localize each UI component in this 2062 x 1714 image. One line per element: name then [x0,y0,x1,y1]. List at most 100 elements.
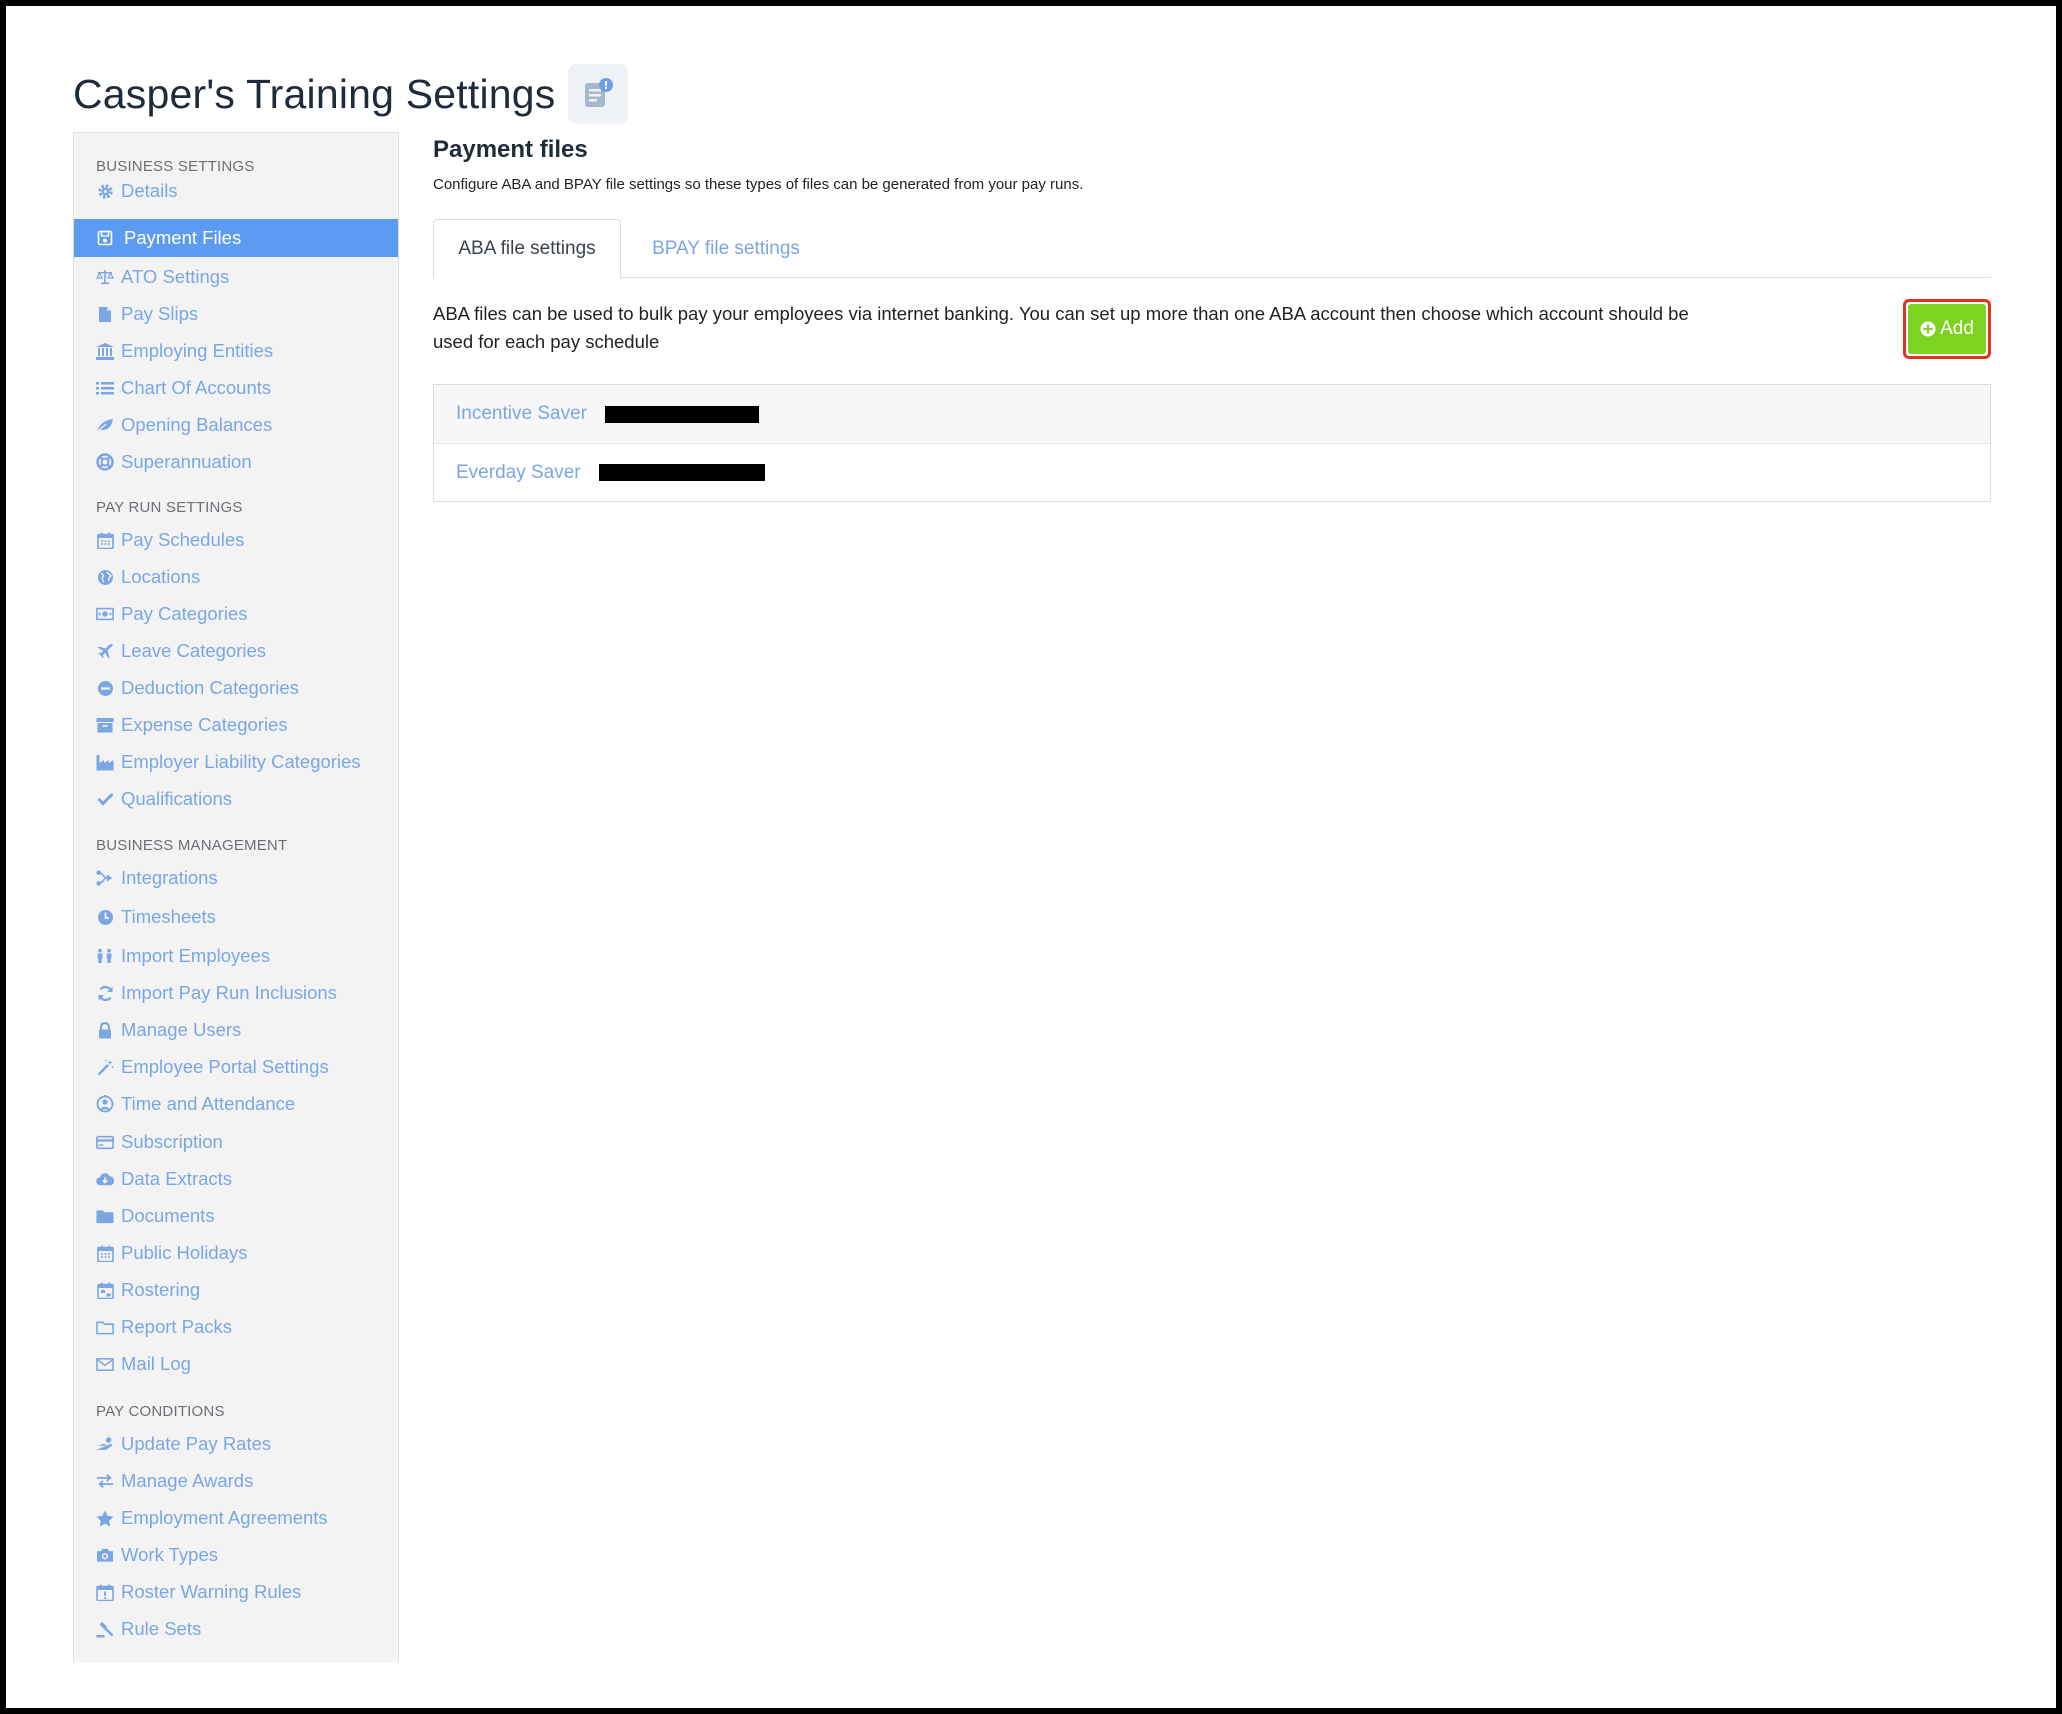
main-content: Payment files Configure ABA and BPAY fil… [433,136,1991,502]
sidebar-item-pay-slips[interactable]: Pay Slips [74,296,398,332]
list-item[interactable]: Incentive Saver [434,385,1990,443]
envelope-icon [96,1355,114,1373]
sidebar-item-employer-liability-categories[interactable]: Employer Liability Categories [74,744,398,780]
sidebar-item-work-types[interactable]: Work Types [74,1537,398,1573]
leaf-icon [96,416,114,434]
sidebar-item-pay-categories[interactable]: Pay Categories [74,596,398,632]
sidebar-item-manage-users[interactable]: Manage Users [74,1012,398,1048]
bank-icon [96,342,114,360]
sidebar-item-subscription[interactable]: Subscription [74,1124,398,1160]
sidebar-item-deduction-categories[interactable]: Deduction Categories [74,670,398,706]
calendar-warning-icon [96,1583,114,1601]
add-button[interactable]: Add [1908,304,1986,354]
sidebar-item-label: Mail Log [121,1353,191,1374]
wand-icon [96,1058,114,1076]
sidebar-item-label: Subscription [121,1131,223,1152]
sidebar-item-rostering[interactable]: Rostering [74,1272,398,1308]
people-icon [96,947,114,965]
sidebar-item-rule-sets[interactable]: Rule Sets [74,1611,398,1647]
sidebar-item-opening-balances[interactable]: Opening Balances [74,407,398,443]
list-item[interactable]: Everday Saver [434,443,1990,501]
sidebar-item-manage-awards[interactable]: Manage Awards [74,1463,398,1499]
plus-circle-icon [1920,321,1936,337]
folder-icon [96,1207,114,1225]
sidebar-item-label: Pay Slips [121,303,199,324]
sidebar-item-leave-categories[interactable]: Leave Categories [74,633,398,669]
sidebar-item-employee-portal-settings[interactable]: Employee Portal Settings [74,1049,398,1085]
sidebar-item-roster-warning-rules[interactable]: Roster Warning Rules [74,1574,398,1610]
sidebar-item-report-packs[interactable]: Report Packs [74,1309,398,1345]
sidebar-item-label: Rule Sets [121,1618,202,1639]
app-window: Casper's Training Settings BUSINESS SETT… [6,6,2056,1708]
sidebar-item-pay-schedules[interactable]: Pay Schedules [74,522,398,558]
sidebar-item-label: Time and Attendance [121,1093,296,1114]
add-button-highlight: Add [1903,299,1991,359]
sidebar-item-data-extracts[interactable]: Data Extracts [74,1161,398,1197]
sidebar-item-mail-log[interactable]: Mail Log [74,1346,398,1382]
sidebar-item-import-employees[interactable]: Import Employees [74,938,398,974]
camera-icon [96,1546,114,1564]
sidebar-item-qualifications[interactable]: Qualifications [74,781,398,817]
sidebar-item-import-pay-run-inclusions[interactable]: Import Pay Run Inclusions [74,975,398,1011]
redacted-account-details [598,464,765,481]
file-icon [96,305,114,323]
sidebar-item-label: Update Pay Rates [121,1433,272,1454]
cloud-download-icon [96,1170,114,1188]
section-title: Payment files [433,136,588,163]
sidebar-item-employment-agreements[interactable]: Employment Agreements [74,1500,398,1536]
sidebar-item-label: Deduction Categories [121,677,299,698]
sidebar-item-time-and-attendance[interactable]: Time and Attendance [74,1086,398,1122]
scale-icon [96,268,114,286]
archive-icon [96,716,114,734]
tab-aba-file-settings[interactable]: ABA file settings [433,219,621,279]
sidebar-item-label: Leave Categories [121,640,267,661]
globe-icon [96,568,114,586]
sidebar-item-chart-of-accounts[interactable]: Chart Of Accounts [74,370,398,406]
sidebar-item-superannuation[interactable]: Superannuation [74,444,398,480]
account-name-link[interactable]: Everday Saver [456,462,581,484]
sidebar-item-label: Qualifications [121,788,233,809]
page-title: Casper's Training Settings [73,70,556,117]
sidebar-item-label: Employment Agreements [121,1507,328,1528]
sidebar-item-employing-entities[interactable]: Employing Entities [74,333,398,369]
sidebar-item-ato-settings[interactable]: ATO Settings [74,259,398,295]
sidebar-item-documents[interactable]: Documents [74,1198,398,1234]
sidebar-item-label: Timesheets [121,906,216,927]
sidebar-item-details[interactable]: Details [74,173,398,209]
calendar-icon [96,1244,114,1262]
sidebar-item-label: Details [121,180,178,201]
sidebar-item-label: Employing Entities [121,340,274,361]
aba-accounts-list: Incentive Saver Everday Saver [433,384,1991,502]
sidebar-item-locations[interactable]: Locations [74,559,398,595]
sidebar-item-label: Public Holidays [121,1242,248,1263]
settings-sidebar: BUSINESS SETTINGS Details Payment Files … [73,132,399,1662]
sidebar-item-payment-files[interactable]: Payment Files [74,219,398,257]
section-header-pay-conditions: PAY CONDITIONS [96,1403,225,1420]
money-icon [96,605,114,623]
sidebar-item-label: Pay Categories [121,603,248,624]
star-icon [96,1509,114,1527]
sidebar-item-label: Expense Categories [121,714,288,735]
sidebar-item-label: Data Extracts [121,1168,233,1189]
sidebar-item-public-holidays[interactable]: Public Holidays [74,1235,398,1271]
sidebar-item-label: Roster Warning Rules [121,1581,302,1602]
sidebar-item-update-pay-rates[interactable]: Update Pay Rates [74,1426,398,1462]
integrations-icon [96,869,114,887]
sidebar-item-label: Payment Files [124,227,242,248]
sidebar-item-label: Employer Liability Categories [121,751,361,772]
sidebar-item-label: ATO Settings [121,266,230,287]
sidebar-item-integrations[interactable]: Integrations [74,860,398,896]
gavel-icon [96,1620,114,1638]
notes-icon[interactable] [567,64,628,124]
page-header: Casper's Training Settings [73,64,628,124]
section-header-business-management: BUSINESS MANAGEMENT [96,837,288,854]
sidebar-item-label: Pay Schedules [121,529,245,550]
exchange-icon [96,1472,114,1490]
account-name-link[interactable]: Incentive Saver [456,403,587,425]
sidebar-item-expense-categories[interactable]: Expense Categories [74,707,398,743]
calendar-icon [96,531,114,549]
folder-open-icon [96,1318,114,1336]
sidebar-item-timesheets[interactable]: Timesheets [74,899,398,935]
section-header-pay-run-settings: PAY RUN SETTINGS [96,499,243,516]
tab-bpay-file-settings[interactable]: BPAY file settings [621,219,831,278]
